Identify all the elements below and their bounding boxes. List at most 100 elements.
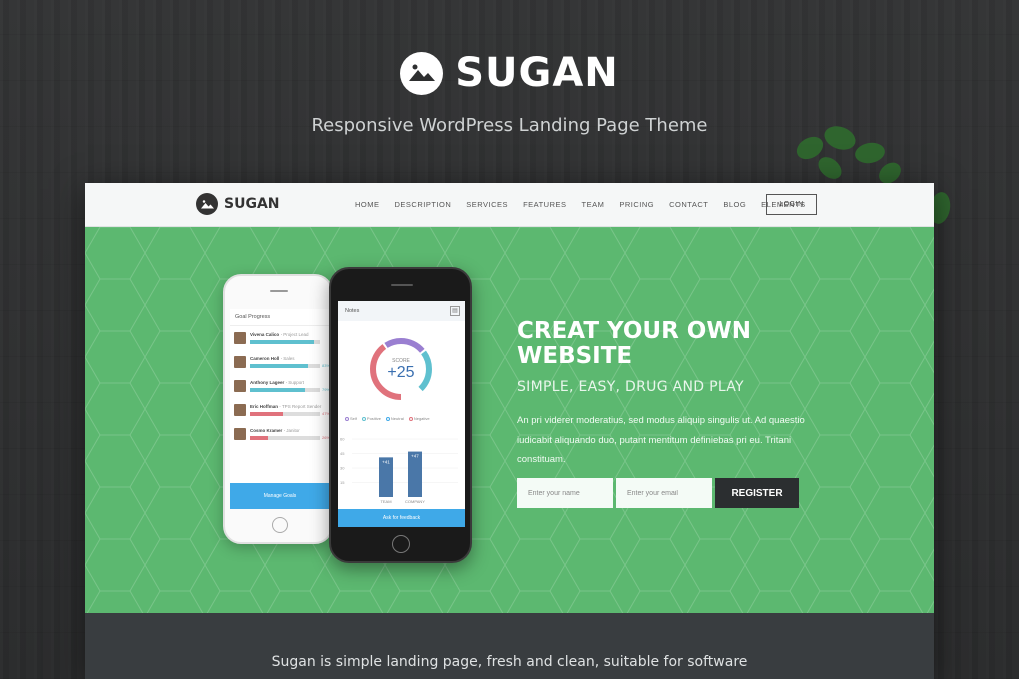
nav-blog[interactable]: BLOG [723, 200, 746, 209]
preview-logo-text: SUGAN [224, 196, 280, 212]
goal-person-name: Cosmo Kramer [250, 428, 283, 433]
edit-icon[interactable]: ▤ [450, 306, 460, 316]
goal-progress-title: Goal Progress [230, 309, 330, 326]
nav-home[interactable]: HOME [355, 200, 380, 209]
phone-speaker [391, 284, 413, 286]
notes-header: Notes ▤ [338, 301, 465, 321]
nav-pricing[interactable]: PRICING [619, 200, 654, 209]
goal-info: Cosmo Kramer · Janitor 26% [250, 428, 330, 440]
y-tick-label: 60 [340, 437, 345, 442]
bar-category-label: TEAM [380, 499, 391, 504]
preview-navbar: SUGAN HOME DESCRIPTION SERVICES FEATURES… [85, 183, 934, 227]
hero-title: CREAT YOUR OWN WEBSITE [517, 318, 751, 369]
avatar [234, 428, 246, 440]
notes-title: Notes [345, 308, 360, 314]
goal-progress-fill [250, 436, 269, 440]
mountain-logo-icon [196, 193, 218, 215]
goal-person-name: Vivena Calico [250, 332, 280, 337]
goal-progress-screen: Goal Progress Vivena Calico · Project Le… [230, 309, 330, 509]
nav-services[interactable]: SERVICES [466, 200, 508, 209]
bar-value-label: +47 [411, 454, 419, 459]
goal-name: Eric Hoffman · TPS Report Sender [250, 404, 322, 409]
manage-goals-button[interactable]: Manage Goals [230, 483, 330, 509]
goal-info: Eric Hoffman · TPS Report Sender 47% [250, 404, 330, 416]
goal-info: Anthony Lageer · Support 79% [250, 380, 330, 392]
y-tick-label: 45 [340, 451, 345, 456]
ask-feedback-button[interactable]: Ask for feedback [338, 509, 465, 527]
hero-subtitle: SIMPLE, EASY, DRUG AND PLAY [517, 379, 744, 395]
goal-row: Anthony Lageer · Support 79% [230, 374, 330, 398]
goal-row: Cameron Holl · Sales 83% [230, 350, 330, 374]
goal-progress-fill [250, 340, 315, 344]
legend-self: Self [345, 416, 357, 421]
legend-self-label: Self [350, 416, 357, 421]
notes-screen: Notes ▤ SCORE +25 Self Positive Neutral … [338, 301, 465, 527]
goal-person-name: Cameron Holl [250, 356, 280, 361]
goal-name: Anthony Lageer · Support [250, 380, 305, 385]
goal-person-role: Sales [283, 356, 295, 361]
goal-name: Cosmo Kramer · Janitor [250, 428, 300, 433]
manage-goals-label: Manage Goals [263, 493, 297, 499]
goal-progress-bar: 47% [250, 411, 330, 416]
email-input[interactable] [616, 478, 712, 508]
mountain-logo-icon [400, 51, 444, 95]
phone-speaker [270, 290, 288, 292]
avatar [234, 356, 246, 368]
goal-name: Vivena Calico · Project Lead [250, 332, 309, 337]
avatar [234, 404, 246, 416]
legend-positive: Positive [361, 416, 381, 421]
bar-chart: 60 45 30 15 +41 TEAM +47 COMPANY [340, 437, 458, 504]
about-text: Sugan is simple landing page, fresh and … [271, 654, 748, 670]
goal-name: Cameron Holl · Sales [250, 356, 295, 361]
brand-header: SUGAN [0, 50, 1019, 96]
goal-progress-fill [250, 388, 306, 392]
nav-features[interactable]: FEATURES [523, 200, 566, 209]
goal-progress-bar: 79% [250, 387, 330, 392]
legend-negative-label: Negative [413, 416, 430, 421]
score-donut: SCORE +25 [370, 338, 432, 400]
legend-neutral-label: Neutral [390, 416, 404, 421]
white-phone-mockup: Goal Progress Vivena Calico · Project Le… [223, 274, 333, 544]
avatar [234, 380, 246, 392]
name-input[interactable] [517, 478, 613, 508]
login-button[interactable]: LOGIN [766, 194, 817, 215]
legend-positive-label: Positive [366, 416, 381, 421]
goal-person-role: Support [288, 380, 305, 385]
goal-person-role: TPS Report Sender [281, 404, 322, 409]
y-tick-label: 30 [340, 466, 345, 471]
goal-person-name: Eric Hoffman [250, 404, 279, 409]
brand-name: SUGAN [455, 50, 619, 96]
home-button [392, 535, 410, 553]
goal-person-name: Anthony Lageer [250, 380, 285, 385]
preview-nav: HOME DESCRIPTION SERVICES FEATURES TEAM … [355, 200, 821, 209]
preview-about-section: Sugan is simple landing page, fresh and … [85, 613, 934, 679]
ask-feedback-label: Ask for feedback [382, 515, 421, 521]
legend-negative: Negative [408, 416, 430, 421]
goal-person-role: Project Lead [283, 332, 309, 337]
y-tick-label: 15 [340, 480, 345, 485]
goal-progress-bar [250, 340, 320, 344]
goal-row: Eric Hoffman · TPS Report Sender 47% [230, 398, 330, 422]
register-button[interactable]: REGISTER [715, 478, 799, 508]
register-form: REGISTER [517, 478, 799, 508]
goal-progress-bar: 83% [250, 363, 330, 368]
nav-description[interactable]: DESCRIPTION [395, 200, 452, 209]
bar-category-label: COMPANY [405, 499, 425, 504]
bar-value-label: +41 [382, 459, 390, 464]
nav-team[interactable]: TEAM [582, 200, 605, 209]
preview-hero: Goal Progress Vivena Calico · Project Le… [85, 227, 934, 613]
goal-person-role: Janitor [286, 428, 300, 433]
score-legend: Self Positive Neutral Negative [338, 416, 465, 421]
preview-logo[interactable]: SUGAN [196, 193, 280, 215]
avatar [234, 332, 246, 344]
black-phone-mockup: Notes ▤ SCORE +25 Self Positive Neutral … [329, 267, 472, 563]
hero-description: An pri viderer moderatius, sed modus ali… [517, 415, 805, 465]
nav-contact[interactable]: CONTACT [669, 200, 708, 209]
goal-progress-bar: 26% [250, 435, 330, 440]
goal-progress-fill [250, 412, 283, 416]
goal-info: Cameron Holl · Sales 83% [250, 356, 330, 368]
home-button [272, 517, 288, 533]
goal-progress-fill [250, 364, 309, 368]
theme-preview: SUGAN HOME DESCRIPTION SERVICES FEATURES… [85, 183, 934, 679]
goal-info: Vivena Calico · Project Lead [250, 332, 326, 344]
